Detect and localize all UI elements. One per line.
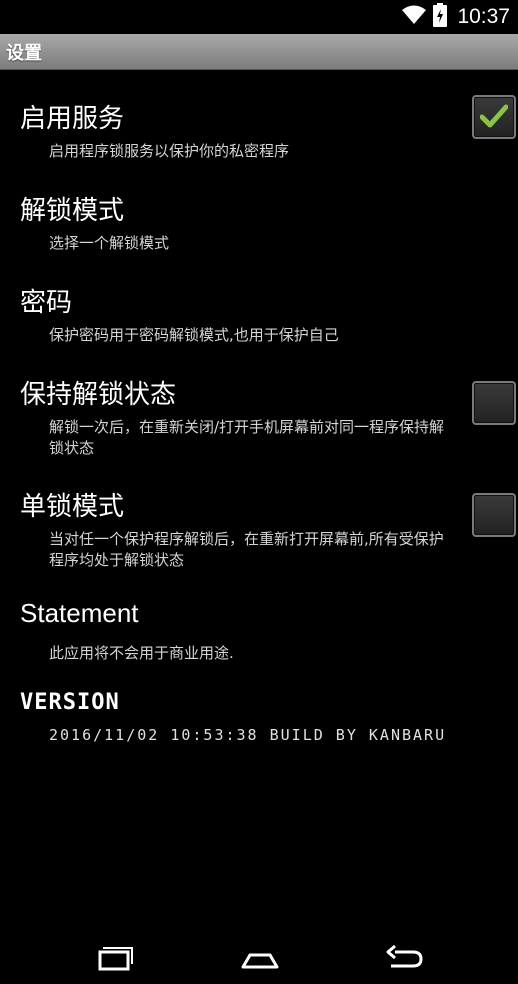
battery-icon — [433, 3, 448, 31]
pref-title: 密码 — [20, 288, 73, 318]
single-lock-checkbox[interactable] — [472, 493, 516, 537]
nav-bar — [0, 930, 518, 984]
page-title: 设置 — [6, 42, 42, 64]
pref-summary: 保护密码用于密码解锁模式,也用于保护自己 — [49, 326, 339, 344]
pref-single-lock-mode[interactable]: 单锁模式 当对任一个保护程序解锁后，在重新打开屏幕前,所有受保护程序均处于解锁状… — [0, 476, 518, 582]
pref-summary: 当对任一个保护程序解锁后，在重新打开屏幕前,所有受保护程序均处于解锁状态 — [49, 530, 444, 569]
settings-screen: 10:37 设置 启用服务 启用程序锁服务以保护你的私密程序 解锁模式 选择一个… — [0, 0, 518, 984]
pref-unlock-mode[interactable]: 解锁模式 选择一个解锁模式 — [0, 180, 518, 262]
pref-statement[interactable]: Statement 此应用将不会用于商业用途. — [0, 590, 518, 672]
title-bar: 设置 — [0, 34, 518, 70]
pref-password[interactable]: 密码 保护密码用于密码解锁模式,也用于保护自己 — [0, 272, 518, 354]
keep-unlocked-checkbox[interactable] — [472, 381, 516, 425]
pref-title: 启用服务 — [20, 104, 125, 134]
recent-apps-icon[interactable] — [95, 944, 135, 972]
status-time: 10:37 — [457, 5, 510, 28]
pref-title: Statement — [20, 598, 139, 628]
check-icon — [480, 104, 508, 128]
pref-summary: 此应用将不会用于商业用途. — [49, 644, 234, 662]
pref-title: 保持解锁状态 — [20, 380, 177, 410]
wifi-icon — [401, 5, 427, 29]
pref-summary: 解锁一次后，在重新关闭/打开手机屏幕前对同一程序保持解锁状态 — [49, 418, 445, 457]
pref-title: 解锁模式 — [20, 196, 125, 226]
status-bar: 10:37 — [0, 0, 518, 34]
back-icon[interactable] — [385, 944, 425, 972]
version-build-info: 2016/11/02 10:53:38 BUILD BY KANBARU — [49, 726, 447, 744]
pref-title: 单锁模式 — [20, 492, 125, 522]
pref-enable-service[interactable]: 启用服务 启用程序锁服务以保护你的私密程序 — [0, 88, 518, 172]
enable-service-checkbox[interactable] — [472, 95, 516, 139]
home-icon[interactable] — [240, 944, 280, 972]
pref-summary: 选择一个解锁模式 — [49, 234, 170, 252]
version-title: VERSION — [20, 690, 120, 715]
pref-summary: 启用程序锁服务以保护你的私密程序 — [49, 142, 290, 160]
pref-keep-unlocked[interactable]: 保持解锁状态 解锁一次后，在重新关闭/打开手机屏幕前对同一程序保持解锁状态 — [0, 364, 518, 468]
